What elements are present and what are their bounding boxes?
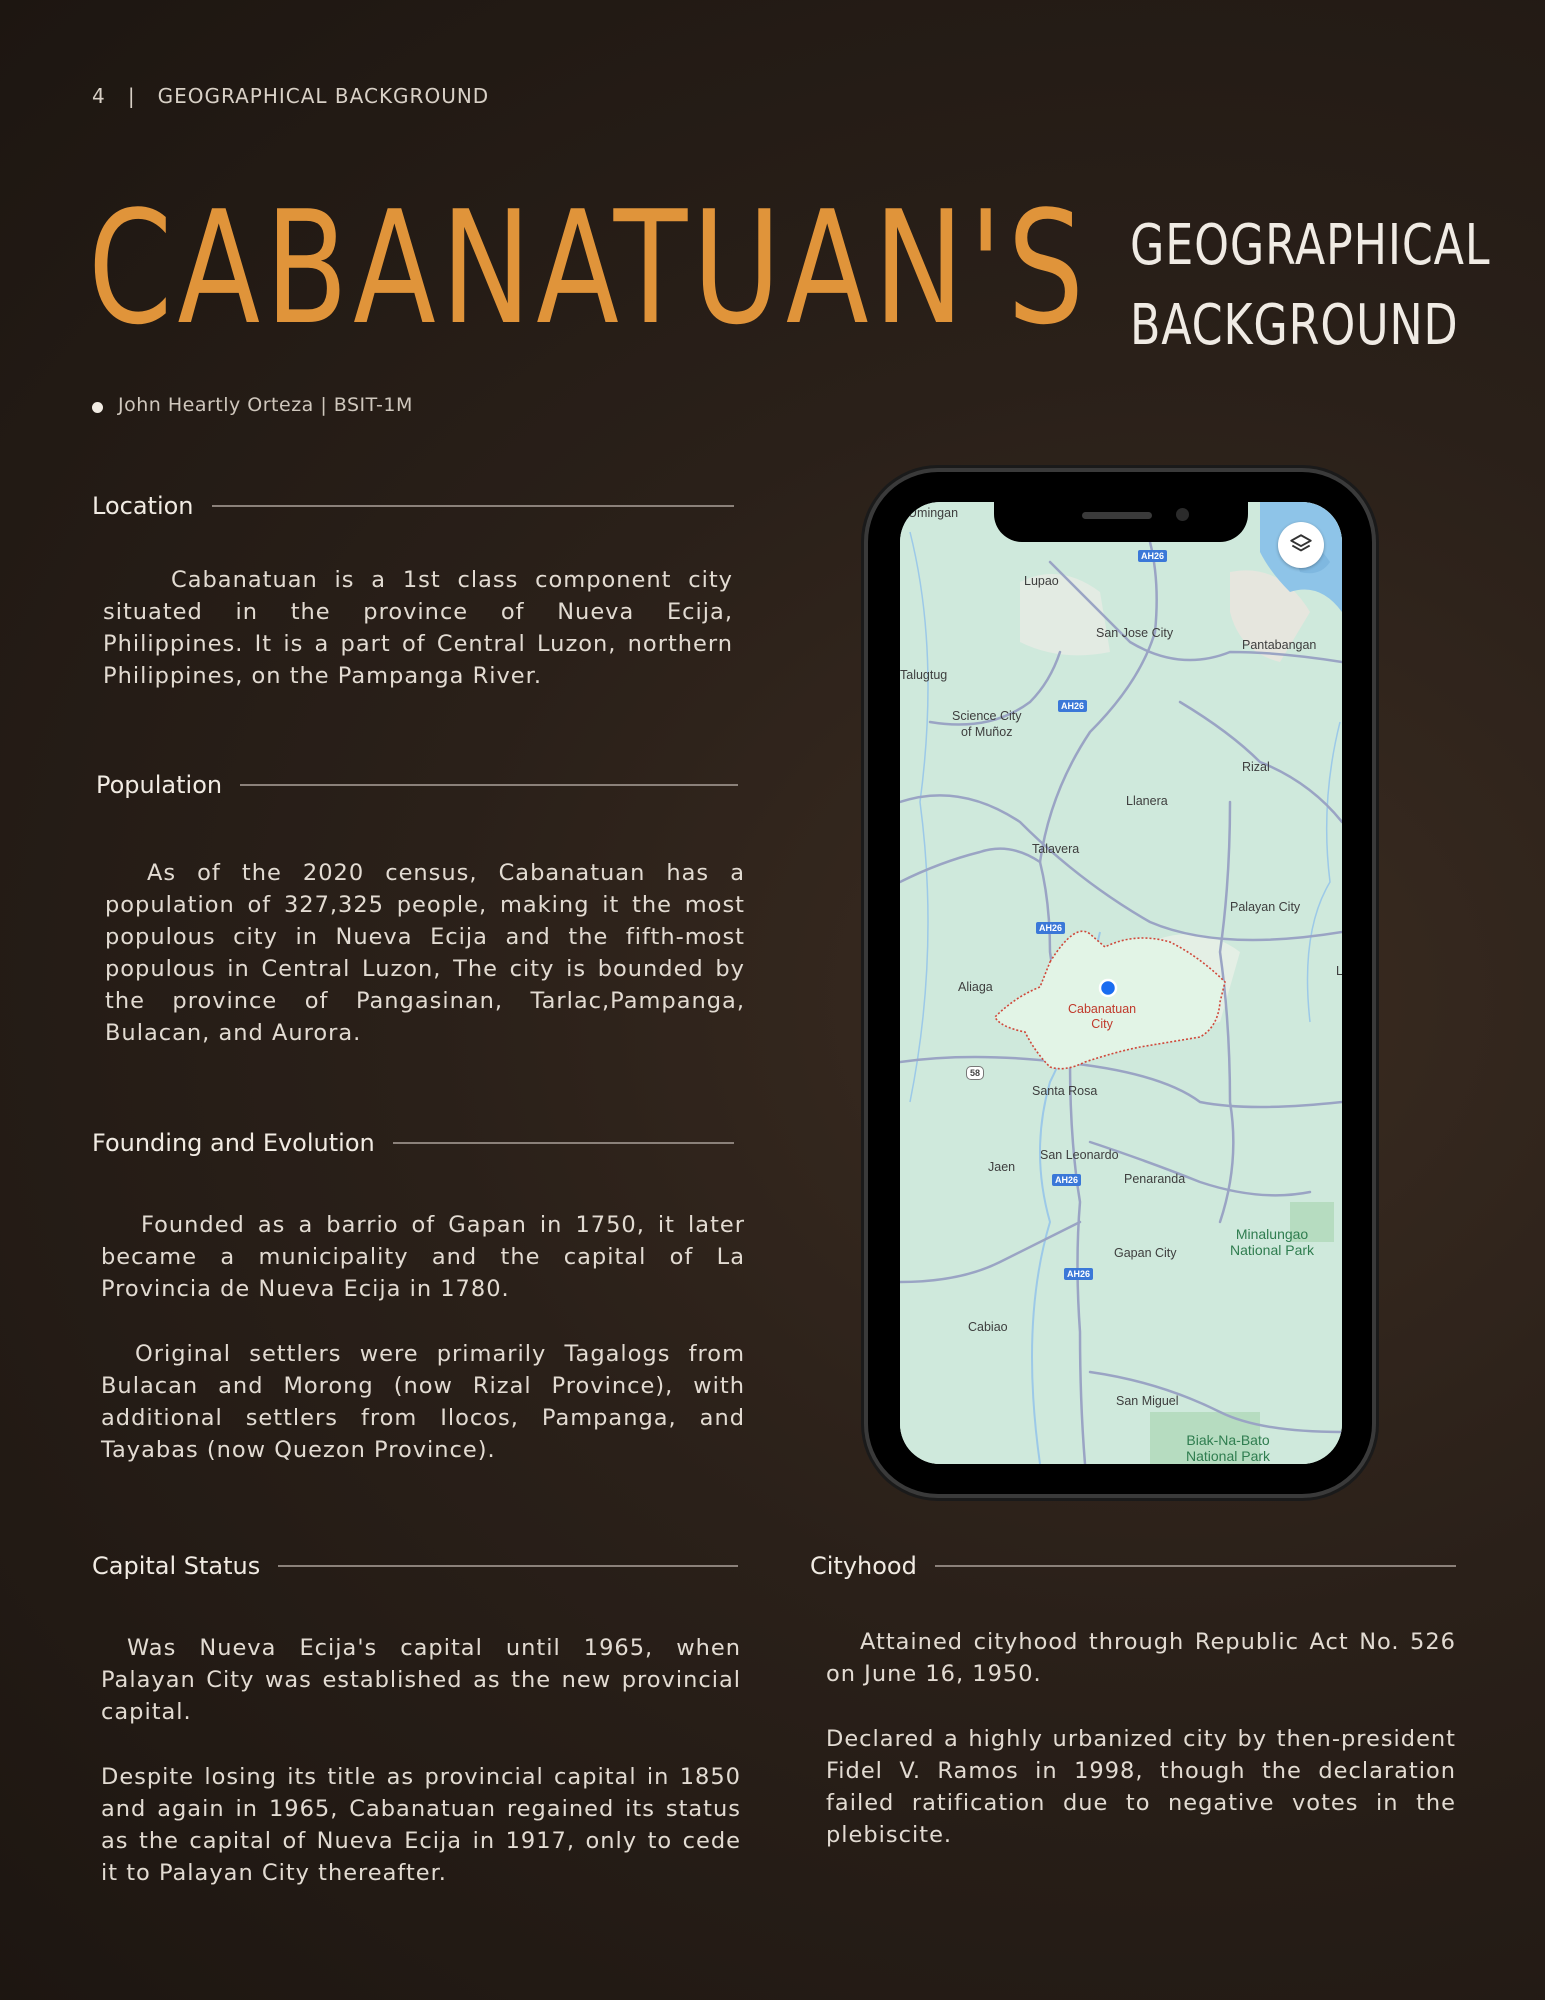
author-line: John Heartly Orteza | BSIT-1M <box>118 394 413 416</box>
map-label: Llanera <box>1126 794 1168 808</box>
map-label: Aliaga <box>958 980 993 994</box>
highway-shield: AH26 <box>1036 922 1066 934</box>
map-label: Cabiao <box>968 1320 1008 1334</box>
founding-text: Founded as a barrio of Gapan in 1750, it… <box>101 1209 745 1499</box>
heading-text: Population <box>96 771 223 799</box>
highway-shield: AH26 <box>1058 700 1088 712</box>
subtitle-line-2: BACKGROUND <box>1130 293 1459 358</box>
paragraph: Declared a highly urbanized city by then… <box>826 1726 1456 1848</box>
subtitle-line-1: GEOGRAPHICAL <box>1130 213 1491 278</box>
route-shield: 58 <box>966 1066 985 1080</box>
map-view[interactable]: Umingan Lupao San Jose City Pantabangan … <box>900 502 1342 1464</box>
map-label: Santa Rosa <box>1032 1084 1098 1098</box>
section-heading-cityhood: Cityhood <box>810 1552 1456 1580</box>
map-label: Palayan City <box>1230 900 1301 914</box>
heading-rule <box>278 1565 738 1567</box>
map-label: Lupao <box>1024 574 1059 588</box>
paragraph: Was Nueva Ecija's capital until 1965, wh… <box>101 1635 741 1725</box>
heading-text: Capital Status <box>92 1552 261 1580</box>
map-label: L <box>1336 964 1342 978</box>
location-text: Cabanatuan is a 1st class component city… <box>103 564 733 725</box>
highway-shield: AH26 <box>1052 1174 1082 1186</box>
paragraph: As of the 2020 census, Cabanatuan has a … <box>105 860 745 1046</box>
map-label-city: Cabanatuan City <box>1068 1002 1137 1031</box>
cityhood-text: Attained cityhood through Republic Act N… <box>826 1626 1456 1884</box>
heading-rule <box>392 1142 734 1144</box>
heading-rule <box>934 1565 1456 1567</box>
camera-icon <box>1176 508 1189 521</box>
section-heading-capital: Capital Status <box>92 1552 738 1580</box>
map-label: Gapan City <box>1114 1246 1177 1260</box>
page-subtitle: GEOGRAPHICAL BACKGROUND <box>1130 206 1490 366</box>
heading-rule <box>211 505 734 507</box>
heading-text: Location <box>92 492 194 520</box>
map-label-park: Minalungao National Park <box>1230 1226 1315 1258</box>
population-text: As of the 2020 census, Cabanatuan has a … <box>105 857 745 1082</box>
page-title: CABANATUAN'S <box>88 177 1090 359</box>
map-label: Jaen <box>988 1160 1016 1174</box>
paragraph: Original settlers were primarily Tagalog… <box>101 1341 745 1463</box>
map-label: Umingan <box>908 506 959 520</box>
heading-rule <box>240 784 738 786</box>
paragraph: Attained cityhood through Republic Act N… <box>826 1629 1456 1687</box>
section-heading-population: Population <box>96 771 738 799</box>
location-marker-icon[interactable] <box>1098 978 1118 998</box>
map-label: San Miguel <box>1116 1394 1179 1408</box>
map-label: Science City of Muñoz <box>952 709 1022 739</box>
map-label: Penaranda <box>1124 1172 1186 1186</box>
page-number: 4 <box>92 84 106 108</box>
capital-text: Was Nueva Ecija's capital until 1965, wh… <box>101 1632 741 1922</box>
paragraph: Cabanatuan is a 1st class component city… <box>103 567 733 689</box>
section-heading-founding: Founding and Evolution <box>92 1129 734 1157</box>
header-section: GEOGRAPHICAL BACKGROUND <box>157 84 490 108</box>
page-header: 4 | GEOGRAPHICAL BACKGROUND <box>92 84 489 108</box>
map-label: Rizal <box>1242 760 1270 774</box>
paragraph: Founded as a barrio of Gapan in 1750, it… <box>101 1212 745 1302</box>
layers-icon <box>1290 534 1312 552</box>
highway-shield: AH26 <box>1064 1268 1094 1280</box>
map-label: Pantabangan <box>1242 638 1317 652</box>
phone-mockup: Umingan Lupao San Jose City Pantabangan … <box>868 472 1372 1494</box>
bullet-icon <box>92 402 103 413</box>
map-label: Talavera <box>1032 842 1080 856</box>
heading-text: Cityhood <box>810 1552 917 1580</box>
map-label-park: Biak-Na-Bato National Park <box>1186 1432 1271 1464</box>
heading-text: Founding and Evolution <box>92 1129 375 1157</box>
paragraph: Despite losing its title as provincial c… <box>101 1764 741 1886</box>
speaker-icon <box>1082 512 1152 519</box>
map-label: Talugtug <box>900 668 948 682</box>
map-label: San Jose City <box>1096 626 1174 640</box>
map-layers-button[interactable] <box>1278 522 1324 568</box>
highway-shield: AH26 <box>1138 550 1168 562</box>
map-label: San Leonardo <box>1040 1148 1119 1162</box>
phone-notch <box>994 500 1248 542</box>
section-heading-location: Location <box>92 492 734 520</box>
header-separator: | <box>127 84 136 108</box>
